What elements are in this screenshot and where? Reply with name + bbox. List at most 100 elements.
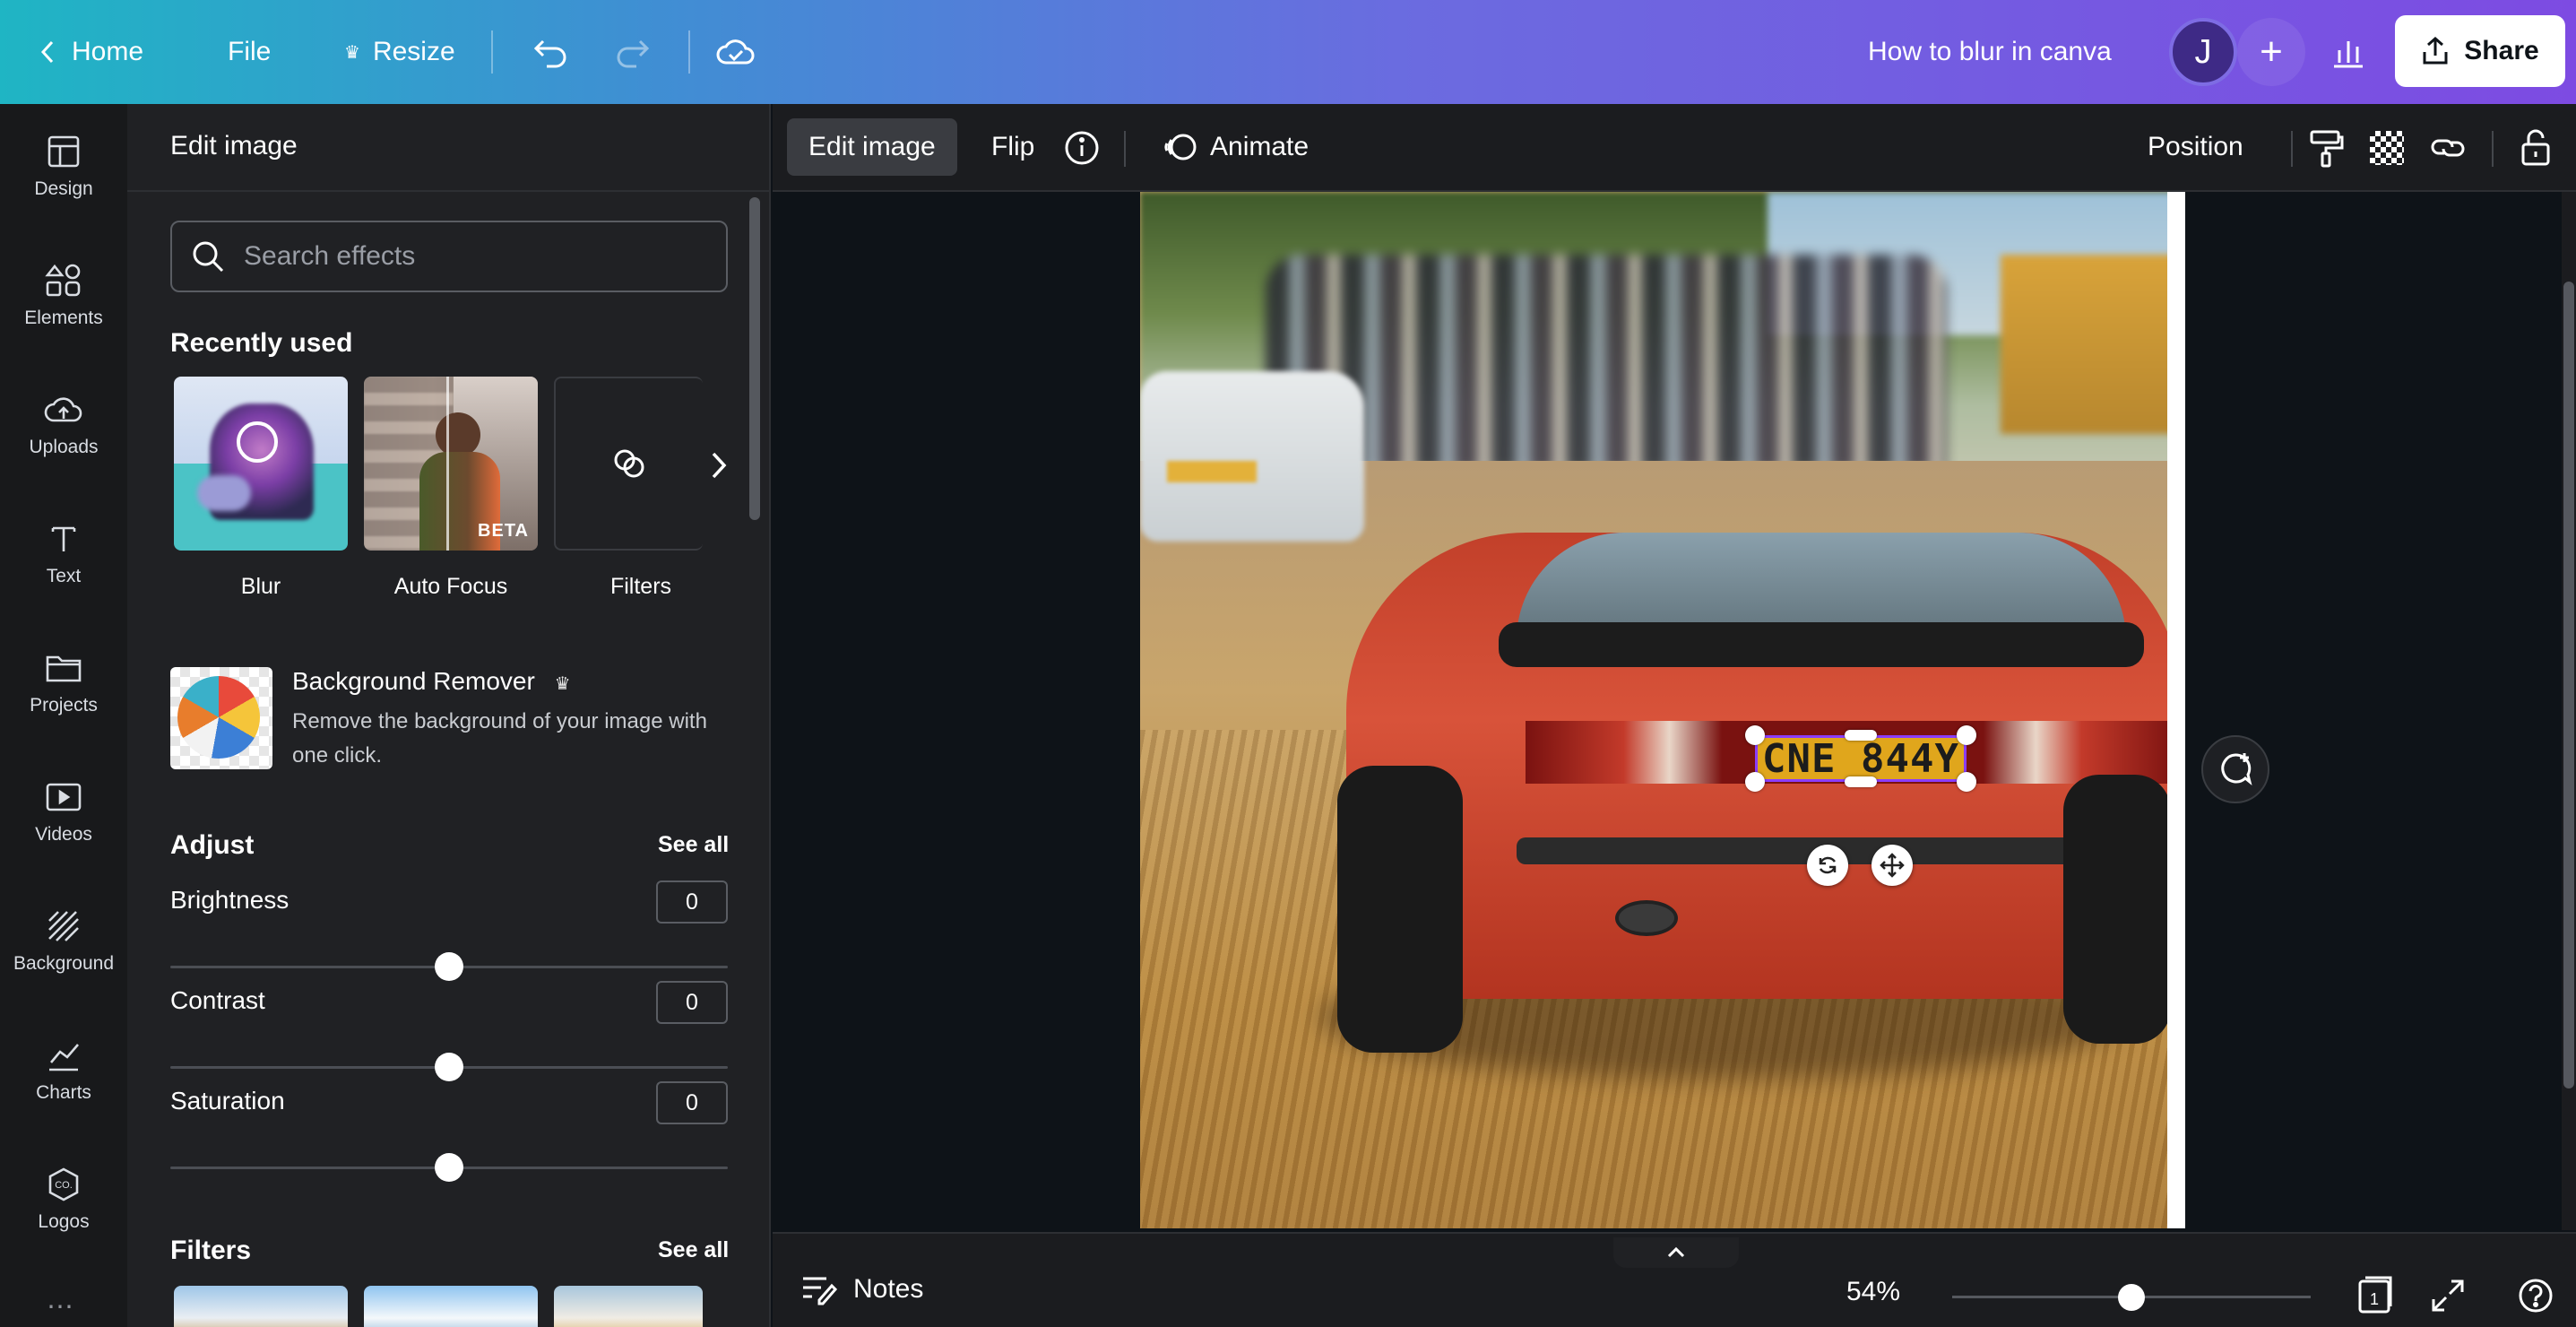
selected-plate-element[interactable]: CNE 844Y	[1755, 735, 1967, 782]
uploads-icon	[44, 397, 82, 422]
rail-item-logos[interactable]: CO. Logos	[0, 1137, 127, 1262]
resize-handle[interactable]	[1845, 776, 1877, 787]
home-button[interactable]: Home	[36, 0, 143, 104]
resize-handle[interactable]	[1957, 725, 1976, 745]
crown-icon: ♛	[554, 674, 571, 694]
show-pages-button[interactable]	[1613, 1237, 1739, 1268]
scroll-right-button[interactable]	[701, 434, 737, 497]
notes-button[interactable]: Notes	[800, 1273, 923, 1305]
edit-image-button[interactable]: Edit image	[787, 118, 957, 176]
photo-white-car	[1140, 371, 1364, 542]
adjust-see-all-link[interactable]: See all	[658, 832, 729, 858]
filter-thumbnail[interactable]	[554, 1286, 703, 1327]
undo-button[interactable]	[531, 0, 570, 104]
effect-blur[interactable]: Blur	[174, 377, 348, 600]
contrast-slider[interactable]	[170, 1049, 728, 1085]
effect-auto-focus[interactable]: BETA Auto Focus	[364, 377, 538, 600]
undo-icon	[533, 39, 566, 68]
info-button[interactable]	[1059, 126, 1104, 170]
slider-knob[interactable]	[435, 1053, 463, 1081]
copy-style-button[interactable]	[2304, 126, 2348, 170]
resize-handle[interactable]	[1845, 730, 1877, 741]
contrast-value[interactable]: 0	[656, 981, 728, 1024]
svg-text:CO.: CO.	[55, 1180, 73, 1191]
search-effects[interactable]	[170, 221, 728, 292]
recently-used-heading: Recently used	[170, 328, 353, 358]
animate-icon	[1164, 134, 1197, 160]
bar-chart-icon	[2334, 41, 2363, 68]
chevron-right-icon	[712, 452, 727, 479]
page-count-button[interactable]: 1	[2352, 1273, 2397, 1318]
saturation-value[interactable]: 0	[656, 1081, 728, 1124]
fullscreen-button[interactable]	[2425, 1273, 2470, 1318]
divider	[2492, 131, 2494, 167]
move-button[interactable]	[1871, 845, 1913, 886]
resize-handle[interactable]	[1745, 725, 1765, 745]
rail-item-design[interactable]: Design	[0, 104, 127, 230]
slider-knob[interactable]	[435, 1153, 463, 1182]
rail-item-videos[interactable]: Videos	[0, 750, 127, 875]
panel-title: Edit image	[170, 131, 298, 160]
rail-item-uploads[interactable]: Uploads	[0, 362, 127, 488]
chevron-up-icon	[1667, 1246, 1685, 1258]
rotate-button[interactable]	[1807, 845, 1848, 886]
divider	[491, 30, 493, 74]
link-icon	[2431, 139, 2465, 157]
share-button[interactable]: Share	[2395, 15, 2565, 87]
document-title[interactable]: How to blur in canva	[1868, 0, 2112, 104]
link-button[interactable]	[2425, 126, 2470, 170]
save-status-button[interactable]	[715, 0, 756, 104]
resize-button[interactable]: ♛ Resize	[344, 0, 455, 104]
filters-heading: Filters	[170, 1236, 252, 1265]
filter-thumbnail[interactable]	[364, 1286, 538, 1327]
background-remover[interactable]: Background Remover ♛ Remove the backgrou…	[170, 655, 728, 780]
help-button[interactable]	[2513, 1273, 2558, 1318]
contrast-label: Contrast	[170, 986, 265, 1014]
position-button[interactable]: Position	[2126, 118, 2265, 176]
effect-filters[interactable]: Filters	[554, 377, 703, 600]
slider-knob[interactable]	[435, 952, 463, 981]
search-input[interactable]	[244, 241, 710, 272]
search-icon	[193, 241, 224, 273]
rail-item-projects[interactable]: Projects	[0, 620, 127, 746]
zoom-slider[interactable]	[1952, 1282, 2311, 1313]
zoom-slider-knob[interactable]	[2118, 1284, 2145, 1311]
divider	[688, 30, 690, 74]
page-number: 1	[2370, 1290, 2379, 1308]
animate-button[interactable]: Animate	[1140, 118, 1330, 176]
photo-truck	[2001, 255, 2185, 434]
add-comment-button[interactable]	[2201, 735, 2269, 803]
zoom-value[interactable]: 54%	[1846, 1277, 1900, 1307]
rail-item-text[interactable]: Text	[0, 491, 127, 617]
filters-see-all-link[interactable]: See all	[658, 1237, 729, 1263]
charts-icon	[49, 1044, 79, 1071]
saturation-slider[interactable]	[170, 1149, 728, 1185]
paint-roller-icon	[2310, 130, 2344, 168]
logos-icon: CO.	[48, 1167, 79, 1201]
insights-button[interactable]	[2314, 18, 2382, 86]
lock-button[interactable]	[2513, 126, 2558, 170]
rotate-icon	[1819, 856, 1837, 874]
more-apps-icon[interactable]: ⋯	[47, 1294, 79, 1325]
redo-button[interactable]	[613, 0, 653, 104]
rail-item-charts[interactable]: Charts	[0, 1008, 127, 1133]
canvas-photo[interactable]	[1140, 192, 2185, 1228]
photo-car-spoiler	[1499, 622, 2144, 667]
add-collaborator-button[interactable]: +	[2237, 18, 2305, 86]
brightness-value[interactable]: 0	[656, 880, 728, 924]
transparency-button[interactable]	[2364, 126, 2409, 170]
panel-scrollbar[interactable]	[749, 197, 760, 520]
flip-button[interactable]: Flip	[970, 118, 1056, 176]
brightness-slider[interactable]	[170, 949, 728, 984]
photo-crowd	[1266, 255, 1947, 470]
resize-handle[interactable]	[1745, 772, 1765, 792]
resize-handle[interactable]	[1957, 772, 1976, 792]
filter-thumbnail[interactable]	[174, 1286, 348, 1327]
rail-item-background[interactable]: Background	[0, 879, 127, 1004]
comment-add-icon	[2221, 753, 2252, 785]
canvas-scrollbar[interactable]	[2562, 192, 2576, 1230]
blur-thumbnail	[174, 377, 348, 551]
file-menu-button[interactable]: File	[228, 0, 271, 104]
rail-item-elements[interactable]: Elements	[0, 233, 127, 359]
avatar[interactable]: J	[2169, 18, 2237, 86]
